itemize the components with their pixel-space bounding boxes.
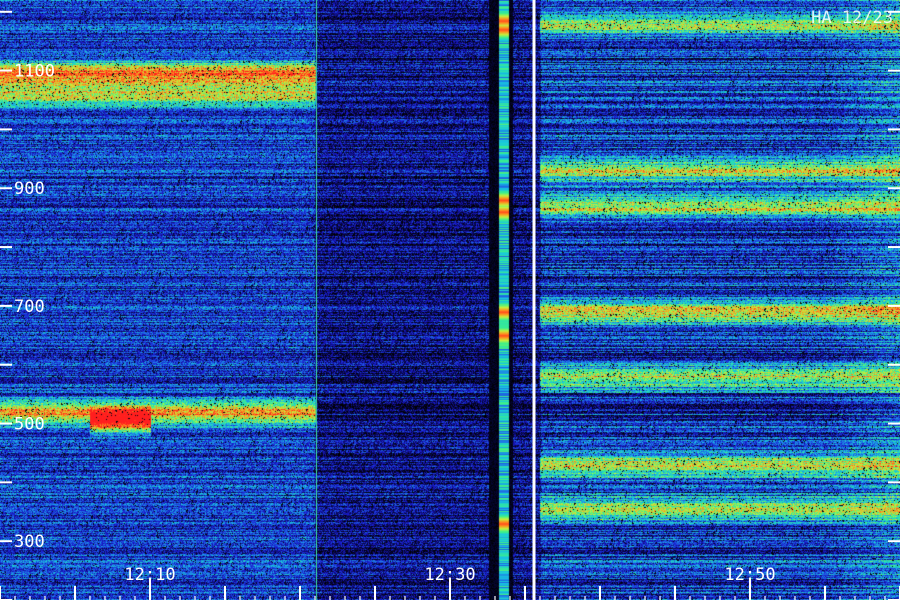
y-axis-right: [888, 10, 900, 600]
marker-lines: [315, 0, 536, 600]
y-tick-label: 900: [14, 179, 45, 199]
x-axis: 12:10 12:30 12:50: [0, 565, 900, 600]
x-tick-label: 12:10: [124, 565, 175, 585]
y-tick-label: 1100: [14, 62, 55, 82]
y-axis: 1100 900 700 500 300: [0, 10, 55, 600]
y-tick-label: 300: [14, 532, 45, 552]
chart-axes-overlay: HA 12/23 1100 900 700 500 300 12:10 12:30 12:5…: [0, 0, 900, 600]
x-tick-label: 12:50: [724, 565, 775, 585]
y-tick-label: 500: [14, 415, 45, 435]
x-tick-label: 12:30: [424, 565, 475, 585]
chart-title: HA 12/23: [811, 8, 893, 28]
y-tick-label: 700: [14, 297, 45, 317]
